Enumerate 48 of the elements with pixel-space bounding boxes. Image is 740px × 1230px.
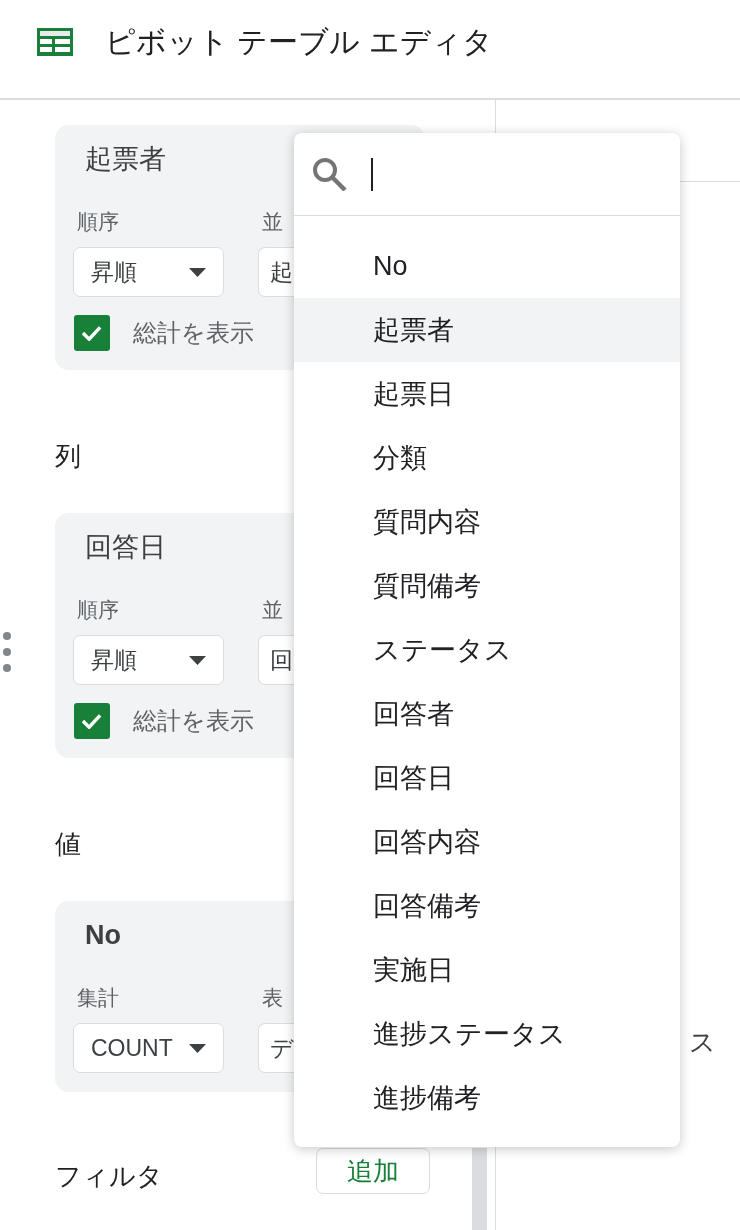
section-heading: フィルタ [55, 1160, 163, 1193]
search-icon [312, 157, 348, 191]
caret-icon [189, 655, 206, 665]
panel-title: ピボット テーブル エディタ [105, 24, 493, 60]
select-field[interactable]: デ [258, 1023, 294, 1073]
field-label: 集計 [76, 985, 119, 1011]
checkbox-label: 総計を表示 [133, 318, 254, 348]
select-field[interactable]: 回 [258, 635, 294, 685]
menu-item[interactable]: ステータス [294, 618, 680, 682]
checkbox-label: 総計を表示 [133, 706, 254, 736]
section-heading: 列 [55, 440, 81, 473]
field-label: 並 [261, 209, 283, 235]
menu-item[interactable]: 起票者 [294, 298, 680, 362]
field-label: 順序 [76, 209, 119, 235]
menu-item[interactable]: 回答日 [294, 746, 680, 810]
card-title: No [84, 919, 121, 952]
check-icon [82, 325, 102, 341]
select-field[interactable]: 起 [258, 247, 294, 297]
menu-item[interactable]: 質問備考 [294, 554, 680, 618]
spreadsheet-icon [37, 28, 73, 56]
select-field[interactable]: 昇順 [73, 635, 224, 685]
menu-item[interactable]: 分類 [294, 426, 680, 490]
select-field[interactable]: 昇順 [73, 247, 224, 297]
add-button[interactable]: 追加 [316, 1148, 430, 1194]
menu-item[interactable]: 質問内容 [294, 490, 680, 554]
caret-icon [189, 267, 206, 277]
menu-item[interactable]: 起票日 [294, 362, 680, 426]
drag-handle-icon[interactable] [3, 632, 11, 672]
caret-icon [189, 1043, 206, 1053]
field-name: ス [689, 1026, 716, 1059]
menu-item[interactable]: 回答内容 [294, 810, 680, 874]
menu-item[interactable]: 進捗備考 [294, 1066, 680, 1130]
menu-item[interactable]: 実施日 [294, 938, 680, 1002]
checkbox[interactable] [74, 703, 110, 739]
menu-item[interactable]: No [294, 234, 680, 298]
menu-item[interactable]: 回答者 [294, 682, 680, 746]
field-label: 順序 [76, 597, 119, 623]
checkbox[interactable] [74, 315, 110, 351]
section-heading: 値 [55, 828, 81, 861]
card-title: 回答日 [84, 531, 166, 564]
field-label: 並 [261, 597, 283, 623]
scrollbar-thumb[interactable] [472, 1148, 487, 1230]
select-field[interactable]: COUNT [73, 1023, 224, 1073]
menu-item[interactable]: 進捗ステータス [294, 1002, 680, 1066]
check-icon [82, 713, 102, 729]
field-label: 表 [261, 985, 283, 1011]
card-title: 起票者 [84, 143, 166, 176]
menu-item[interactable]: 回答備考 [294, 874, 680, 938]
